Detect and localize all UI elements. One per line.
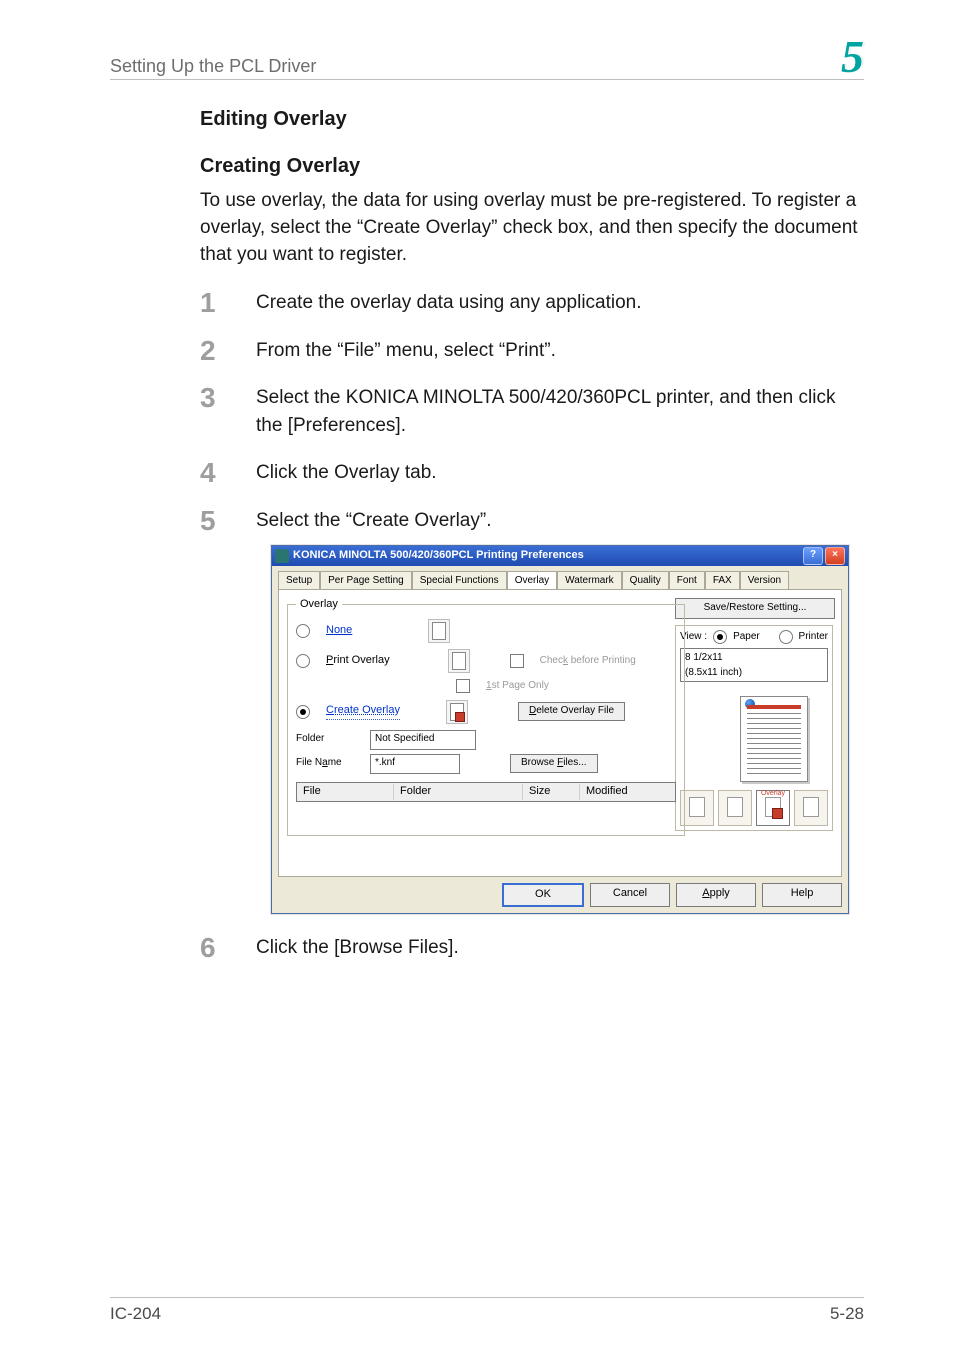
tab-font[interactable]: Font xyxy=(669,571,705,591)
overlay-groupbox: Overlay None Print Overlay xyxy=(287,604,685,836)
paper-size-display: 8 1/2x11 (8.5x11 inch) xyxy=(680,648,828,682)
preview-mode-row: Overlay xyxy=(680,790,828,826)
titlebar[interactable]: KONICA MINOLTA 500/420/360PCL Printing P… xyxy=(272,546,848,566)
overlay-page-icon xyxy=(446,700,468,724)
paper-size-line1: 8 1/2x11 xyxy=(685,651,823,666)
filename-label: File Name xyxy=(296,756,358,771)
radio-print-overlay-label: Print Overlay xyxy=(326,653,390,669)
view-paper-radio[interactable] xyxy=(713,630,727,644)
tab-overlay[interactable]: Overlay xyxy=(507,571,557,591)
page-stack-icon xyxy=(448,649,470,673)
preview-option-1[interactable] xyxy=(680,790,714,826)
radio-create-overlay-label: Create Overlay xyxy=(326,703,400,720)
tab-watermark[interactable]: Watermark xyxy=(557,571,622,591)
heading-editing-overlay: Editing Overlay xyxy=(200,108,864,131)
ok-button[interactable]: OK xyxy=(502,883,584,907)
help-button[interactable]: Help xyxy=(762,883,842,907)
overlay-file-list-header: File Folder Size Modified xyxy=(296,782,676,802)
preview-option-2[interactable] xyxy=(718,790,752,826)
apply-button[interactable]: Apply xyxy=(676,883,756,907)
page-icon xyxy=(428,619,450,643)
footer-left: IC-204 xyxy=(110,1304,161,1324)
radio-none-label: None xyxy=(326,623,352,639)
view-groupbox: View : Paper Printer 8 1/2x11 (8.5x11 xyxy=(675,625,833,832)
preview-option-overlay[interactable]: Overlay xyxy=(756,790,790,826)
radio-none[interactable] xyxy=(296,624,310,638)
radio-print-overlay[interactable] xyxy=(296,654,310,668)
first-page-only-label: 1st Page Only xyxy=(486,679,549,694)
check-before-printing-checkbox xyxy=(510,654,524,668)
step-item: Click the Overlay tab. xyxy=(200,459,864,487)
step-item: Create the overlay data using any applic… xyxy=(200,289,864,317)
dialog-client-area: Save/Restore Setting... View : Paper Pri… xyxy=(278,589,842,877)
tab-per-page-setting[interactable]: Per Page Setting xyxy=(320,571,412,591)
running-head: Setting Up the PCL Driver 5 xyxy=(110,36,864,80)
window-title: KONICA MINOLTA 500/420/360PCL Printing P… xyxy=(293,548,584,564)
tab-fax[interactable]: FAX xyxy=(705,571,740,591)
page-preview-sheet xyxy=(740,696,808,782)
col-modified[interactable]: Modified xyxy=(580,784,675,800)
running-head-title: Setting Up the PCL Driver xyxy=(110,56,316,77)
view-printer-radio[interactable] xyxy=(779,630,793,644)
col-folder[interactable]: Folder xyxy=(394,784,523,800)
window-close-button[interactable]: × xyxy=(825,547,845,565)
window-help-button[interactable]: ? xyxy=(803,547,823,565)
heading-creating-overlay: Creating Overlay xyxy=(200,155,864,178)
printing-preferences-dialog: KONICA MINOLTA 500/420/360PCL Printing P… xyxy=(271,545,849,914)
browse-files-button[interactable]: Browse Files... xyxy=(510,754,598,773)
tab-quality[interactable]: Quality xyxy=(622,571,669,591)
overlay-group-label: Overlay xyxy=(296,597,342,613)
step-text: Select the “Create Overlay”. xyxy=(256,510,491,531)
tab-special-functions[interactable]: Special Functions xyxy=(412,571,507,591)
folder-value: Not Specified xyxy=(370,730,476,750)
col-size[interactable]: Size xyxy=(523,784,580,800)
delete-overlay-file-button[interactable]: Delete Overlay File xyxy=(518,702,625,721)
tab-strip: Setup Per Page Setting Special Functions… xyxy=(278,570,842,590)
save-restore-setting-button[interactable]: Save/Restore Setting... xyxy=(675,598,835,619)
check-before-printing-label: Check before Printing xyxy=(540,654,636,669)
first-page-only-checkbox xyxy=(456,679,470,693)
view-paper-label: Paper xyxy=(733,630,760,645)
step-item: Click the [Browse Files]. xyxy=(200,934,864,962)
preview-option-4[interactable] xyxy=(794,790,828,826)
filename-input[interactable]: *.knf xyxy=(370,754,460,774)
view-printer-label: Printer xyxy=(799,630,828,645)
radio-create-overlay[interactable] xyxy=(296,705,310,719)
tab-setup[interactable]: Setup xyxy=(278,571,320,591)
cancel-button[interactable]: Cancel xyxy=(590,883,670,907)
folder-label: Folder xyxy=(296,732,358,747)
page-footer: IC-204 5-28 xyxy=(110,1297,864,1324)
tab-version[interactable]: Version xyxy=(740,571,789,591)
dialog-button-bar: OK Cancel Apply Help xyxy=(278,883,842,907)
intro-paragraph: To use overlay, the data for using overl… xyxy=(200,188,864,269)
col-file[interactable]: File xyxy=(297,784,394,800)
step-item: Select the “Create Overlay”. KONICA MINO… xyxy=(200,507,864,914)
step-item: From the “File” menu, select “Print”. xyxy=(200,337,864,365)
page-preview xyxy=(680,692,828,784)
chapter-number: 5 xyxy=(841,36,864,77)
step-item: Select the KONICA MINOLTA 500/420/360PCL… xyxy=(200,384,864,439)
footer-right: 5-28 xyxy=(830,1304,864,1324)
paper-size-line2: (8.5x11 inch) xyxy=(685,666,823,681)
app-icon xyxy=(275,549,289,563)
